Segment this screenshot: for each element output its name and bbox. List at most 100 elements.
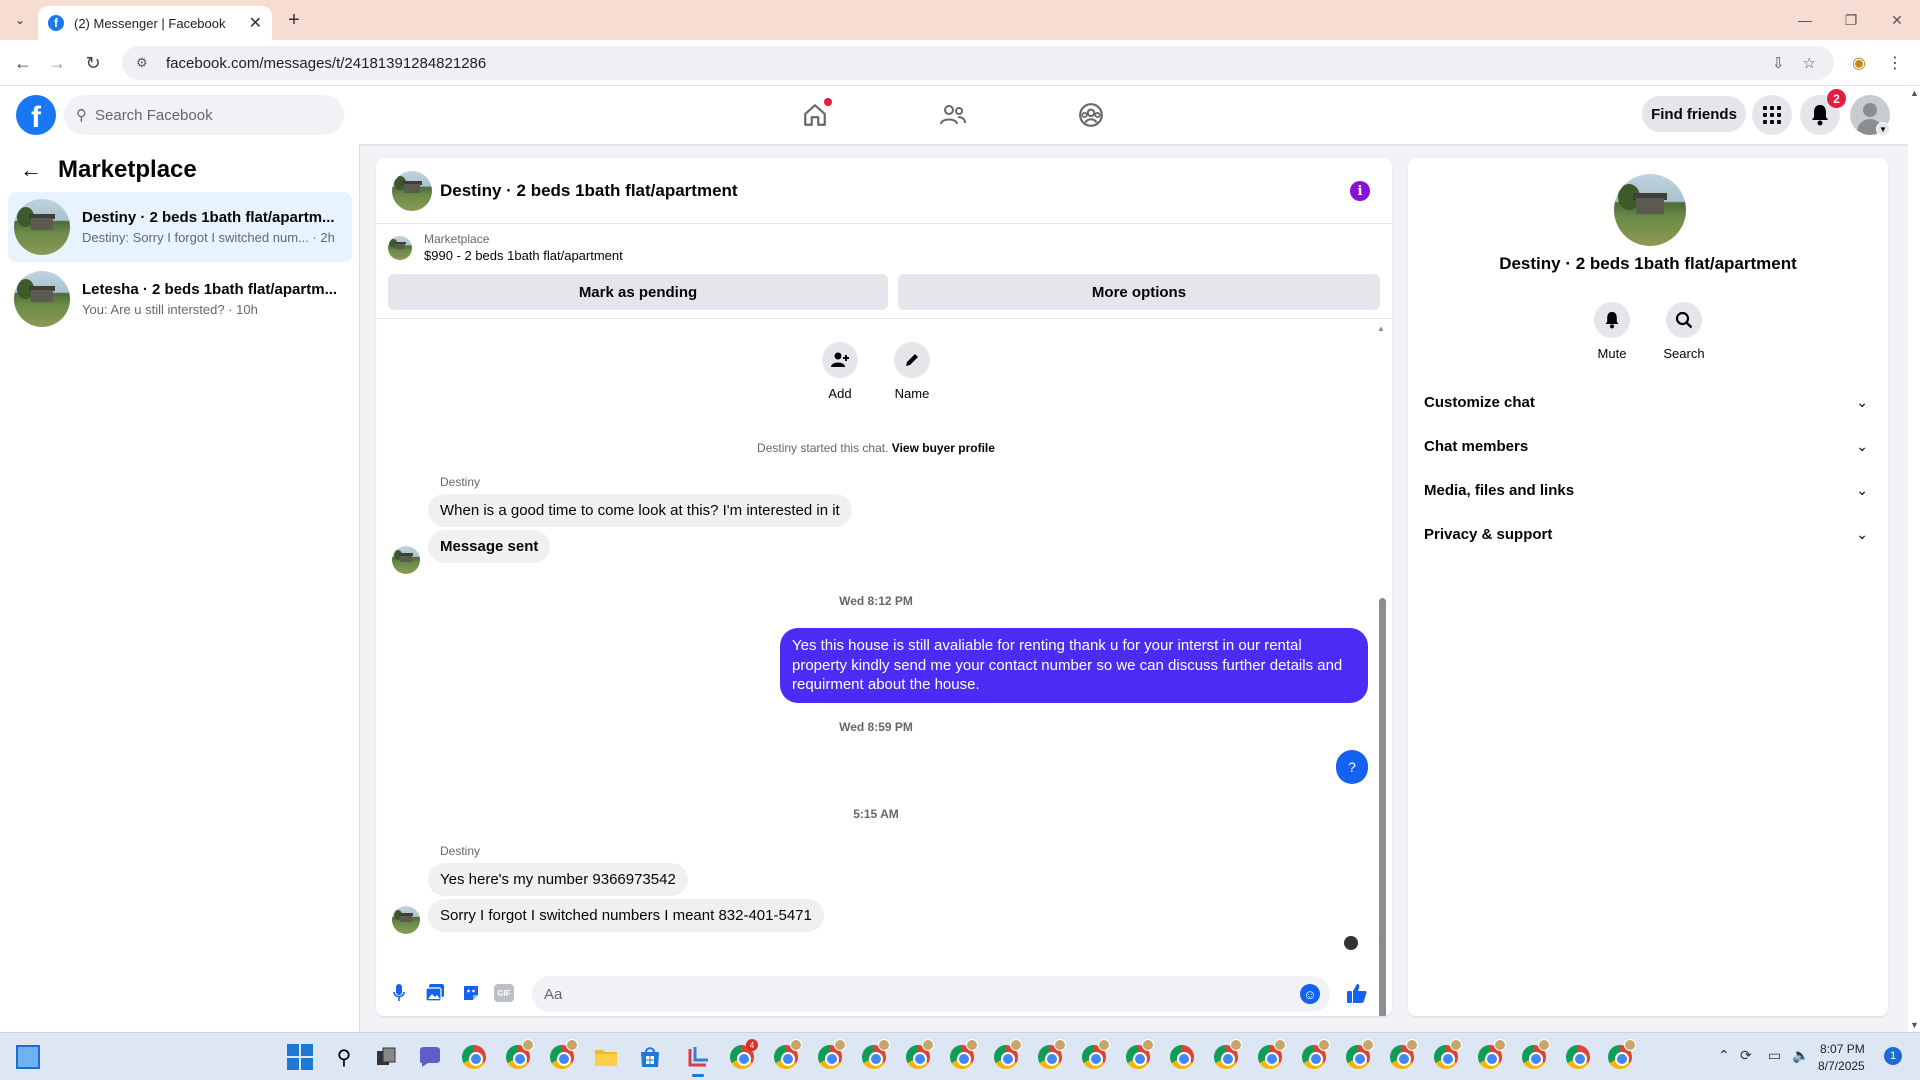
url-field[interactable]: ⚙ facebook.com/messages/t/24181391284821… <box>122 46 1834 80</box>
profile-extension-icon[interactable]: ◉ <box>1848 52 1870 74</box>
chrome-profile-icon[interactable] <box>948 1039 978 1071</box>
chrome-profile-icon[interactable] <box>504 1039 534 1071</box>
sticker-icon[interactable] <box>460 982 482 1004</box>
meet-video-icon[interactable] <box>416 1043 444 1071</box>
file-explorer-icon[interactable] <box>592 1043 620 1071</box>
listing-large-thumbnail[interactable] <box>1614 174 1686 246</box>
account-chevron-down-icon[interactable]: ▼ <box>1876 122 1890 136</box>
menu-grid-icon[interactable] <box>1752 95 1792 135</box>
outgoing-message[interactable]: ? <box>1336 750 1368 784</box>
page-scroll-down-icon[interactable]: ▼ <box>1910 1020 1919 1030</box>
mute-action[interactable]: Mute <box>1576 302 1648 361</box>
more-options-button[interactable]: More options <box>898 274 1380 310</box>
reload-icon[interactable]: ↻ <box>80 50 106 76</box>
name-chat-action[interactable]: Name <box>872 342 952 401</box>
chrome-profile-icon[interactable] <box>1344 1039 1374 1071</box>
store-icon[interactable] <box>636 1043 664 1071</box>
search-input[interactable] <box>95 106 315 124</box>
scroll-up-arrow-icon[interactable]: ▲ <box>1377 324 1385 333</box>
chrome-profile-icon[interactable] <box>1476 1039 1506 1071</box>
widgets-icon[interactable] <box>16 1045 40 1069</box>
customize-chat-section[interactable]: Customize chat ⌄ <box>1424 380 1872 424</box>
taskbar-search-icon[interactable]: ⚲ <box>330 1043 358 1071</box>
chrome-profile-icon[interactable] <box>1300 1039 1330 1071</box>
system-clock[interactable]: 8:07 PM 8/7/2025 <box>1818 1041 1865 1075</box>
page-scroll-up-icon[interactable]: ▲ <box>1910 88 1919 98</box>
microphone-icon[interactable] <box>388 982 410 1004</box>
chat-members-section[interactable]: Chat members ⌄ <box>1424 424 1872 468</box>
friends-icon[interactable] <box>938 100 968 130</box>
sender-avatar[interactable] <box>392 546 420 574</box>
chrome-profile-icon[interactable] <box>1124 1039 1154 1071</box>
outgoing-message[interactable]: Yes this house is still avaliable for re… <box>780 628 1368 703</box>
incoming-message[interactable]: Yes here's my number 9366973542 <box>428 863 688 896</box>
privacy-support-section[interactable]: Privacy & support ⌄ <box>1424 512 1872 556</box>
photo-gallery-icon[interactable] <box>424 982 446 1004</box>
site-settings-icon[interactable]: ⚙ <box>136 55 154 71</box>
chrome-profile-icon[interactable] <box>992 1039 1022 1071</box>
sender-avatar[interactable] <box>392 906 420 934</box>
chrome-profile-icon[interactable] <box>1520 1039 1550 1071</box>
chrome-profile-icon[interactable] <box>1212 1039 1242 1071</box>
message-input-wrapper[interactable]: ☺ <box>532 976 1330 1012</box>
facebook-logo[interactable]: f <box>16 95 56 135</box>
browser-menu-icon[interactable]: ⋮ <box>1884 52 1906 74</box>
facebook-search[interactable]: ⚲ <box>64 95 344 135</box>
chrome-icon[interactable] <box>460 1043 488 1071</box>
minimize-button[interactable]: — <box>1782 0 1828 40</box>
new-tab-button[interactable]: + <box>282 8 306 32</box>
tray-sync-icon[interactable]: ⟳ <box>1740 1047 1752 1064</box>
forward-icon[interactable]: → <box>44 50 70 76</box>
chrome-profile-icon[interactable] <box>1388 1039 1418 1071</box>
gif-icon[interactable]: GIF <box>494 984 514 1002</box>
chat-scrollbar[interactable]: ▲ ▼ <box>1376 324 1388 1016</box>
media-files-links-section[interactable]: Media, files and links ⌄ <box>1424 468 1872 512</box>
chat-title[interactable]: Destiny · 2 beds 1bath flat/apartment <box>440 181 738 201</box>
message-input[interactable] <box>544 985 1284 1003</box>
emoji-icon[interactable]: ☺ <box>1300 984 1320 1004</box>
start-windows-icon[interactable] <box>286 1043 314 1071</box>
back-arrow-icon[interactable]: ← <box>20 157 42 183</box>
close-tab-icon[interactable]: ✕ <box>249 13 262 33</box>
scroll-down-arrow-icon[interactable]: ▼ <box>1377 938 1385 947</box>
task-view-icon[interactable] <box>372 1043 400 1071</box>
chrome-profile-icon[interactable] <box>816 1039 846 1071</box>
groups-icon[interactable] <box>1076 100 1106 130</box>
chrome-profile-icon[interactable] <box>1432 1039 1462 1071</box>
marketplace-listing-info[interactable]: Marketplace $990 - 2 beds 1bath flat/apa… <box>388 232 623 263</box>
chrome-profile-icon[interactable]: 4 <box>728 1039 758 1071</box>
tray-chevron-up-icon[interactable]: ⌃ <box>1718 1047 1730 1064</box>
mark-as-pending-button[interactable]: Mark as pending <box>388 274 888 310</box>
close-window-button[interactable]: ✕ <box>1874 0 1920 40</box>
restore-button[interactable]: ❐ <box>1828 0 1874 40</box>
browser-tab[interactable]: f (2) Messenger | Facebook ✕ <box>38 6 272 40</box>
chrome-profile-icon[interactable] <box>772 1039 802 1071</box>
notifications-bell-icon[interactable]: 2 <box>1800 89 1846 135</box>
find-friends-button[interactable]: Find friends <box>1642 96 1746 132</box>
page-scrollbar[interactable]: ▲ ▼ <box>1908 86 1920 1032</box>
incoming-message[interactable]: When is a good time to come look at this… <box>428 494 852 527</box>
install-app-icon[interactable]: ⇩ <box>1772 54 1785 72</box>
chrome-profile-icon[interactable] <box>904 1039 934 1071</box>
view-buyer-profile-link[interactable]: View buyer profile <box>892 441 995 455</box>
thumbs-up-icon[interactable] <box>1344 980 1370 1006</box>
info-icon[interactable]: i <box>1350 181 1370 201</box>
chrome-profile-icon[interactable] <box>860 1039 890 1071</box>
home-icon[interactable] <box>800 98 832 130</box>
chrome-profile-icon[interactable] <box>1168 1043 1196 1071</box>
chrome-profile-icon[interactable] <box>1256 1039 1286 1071</box>
chrome-profile-icon[interactable] <box>1080 1039 1110 1071</box>
conversation-item[interactable]: Letesha · 2 beds 1bath flat/apartm... Yo… <box>8 264 352 334</box>
chrome-profile-icon[interactable] <box>1606 1039 1636 1071</box>
tab-list-button[interactable]: ⌄ <box>8 8 32 32</box>
chrome-profile-icon[interactable] <box>1564 1043 1592 1071</box>
chat-thumbnail[interactable] <box>392 170 432 211</box>
chrome-profile-icon[interactable] <box>548 1039 578 1071</box>
snipping-tool-icon[interactable] <box>684 1043 712 1077</box>
conversation-item[interactable]: Destiny · 2 beds 1bath flat/apartm... De… <box>8 192 352 262</box>
network-icon[interactable]: ▭ <box>1768 1047 1781 1064</box>
back-icon[interactable]: ← <box>10 50 36 76</box>
scroll-thumb[interactable] <box>1379 598 1386 1016</box>
add-people-action[interactable]: Add <box>800 342 880 401</box>
incoming-message[interactable]: Message sent <box>428 530 551 563</box>
